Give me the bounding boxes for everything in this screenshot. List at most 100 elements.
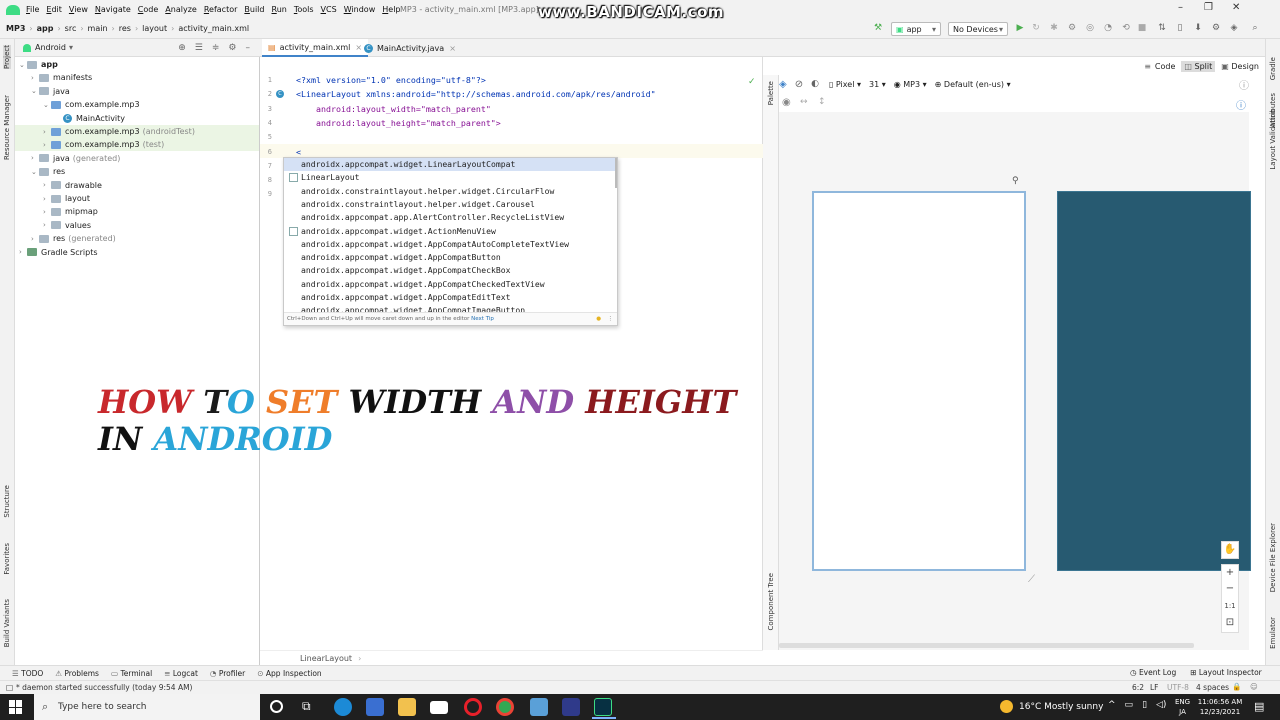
chevron-down-icon[interactable]: ⌄ [43,101,51,109]
indent-setting[interactable]: 4 spaces [1196,683,1229,692]
tree-item[interactable]: C MainActivity [15,112,259,125]
chevron-right-icon[interactable]: › [31,74,39,82]
chrome-icon[interactable] [496,698,514,716]
android-studio-taskbar-icon[interactable] [594,698,612,716]
completion-item[interactable]: androidx.appcompat.widget.AppCompatAutoC… [284,238,617,251]
volume-icon[interactable]: ◁) [1156,700,1166,710]
theme-select[interactable]: ◉ MP3 ▾ [894,80,927,89]
gear-icon[interactable]: ⚙ [228,43,236,53]
completion-item[interactable]: androidx.appcompat.widget.AppCompatEditT… [284,291,617,304]
tree-item[interactable]: › res (generated) [15,232,259,245]
resource-manager-tool-tab[interactable]: Resource Manager [3,95,11,160]
bottom-tab-problems[interactable]: ⚠ Problems [55,669,99,678]
sdk-manager-icon[interactable]: ⬇ [1193,23,1203,33]
vertical-margin-icon[interactable]: ↕ [818,97,826,107]
taskbar-search-input[interactable]: ⌕ Type here to search [34,694,260,720]
collapse-all-icon[interactable]: ☰ [195,43,203,53]
hammer-icon[interactable]: ⚒ [873,23,883,33]
breadcrumb-item[interactable]: activity_main.xml [178,24,249,33]
cortana-icon[interactable] [270,700,283,713]
orientation-icon[interactable]: ⊘ [795,79,803,90]
chevron-right-icon[interactable]: › [43,195,51,203]
store-icon[interactable] [366,698,384,716]
breadcrumb-item[interactable]: layout [142,24,167,33]
breadcrumb-item[interactable]: MP3 [6,24,25,33]
network-icon[interactable]: ▭ [1125,700,1134,710]
popup-scrollbar[interactable] [615,158,617,188]
next-tip-link[interactable]: Next Tip [471,316,494,322]
bottom-tab-app-inspection[interactable]: ⊙ App Inspection [257,669,321,678]
code-line[interactable]: android:layout_height="match_parent"> [296,118,501,128]
tree-item[interactable]: › manifests [15,71,259,84]
tab-main-activity[interactable]: C MainActivity.java × [358,39,462,57]
expand-all-icon[interactable]: ≑ [212,43,220,53]
locale-select[interactable]: ⊕ Default (en-us) ▾ [935,80,1011,89]
design-preview-screen[interactable] [812,191,1026,571]
bottom-tab-terminal[interactable]: ▭ Terminal [111,669,152,678]
tree-item[interactable]: › drawable [15,179,259,192]
breadcrumb-item[interactable]: src [65,24,77,33]
completion-item[interactable]: androidx.constraintlayout.helper.widget.… [284,185,617,198]
layout-validation-tool-tab[interactable]: Layout Validation [1269,109,1277,170]
coverage-icon[interactable]: ◎ [1085,23,1095,33]
status-toggle-icon[interactable]: □ [6,683,13,692]
tree-item[interactable]: › com.example.mp3 (test) [15,138,259,152]
event-log-tab[interactable]: ◷ Event Log [1130,668,1176,677]
language-indicator[interactable]: ENG JA [1175,697,1190,717]
chevron-up-icon[interactable]: ^ [1108,700,1116,710]
zoom-in-icon[interactable]: + [1221,564,1239,582]
favorites-tool-tab[interactable]: Favorites [3,543,11,575]
hide-icon[interactable]: – [246,43,251,53]
blueprint-preview-screen[interactable] [1057,191,1251,571]
completion-item[interactable]: androidx.appcompat.widget.ActionMenuView [284,225,617,238]
opera-icon[interactable] [464,698,482,716]
tree-item[interactable]: › values [15,219,259,232]
box-app-icon[interactable] [530,698,548,716]
more-icon[interactable]: ⋮ [608,313,614,325]
minimize-icon[interactable]: – [1178,2,1183,13]
tree-item[interactable]: › Gradle Scripts [15,246,259,259]
code-line[interactable]: android:layout_width="match_parent" [296,104,491,114]
chevron-right-icon[interactable]: › [43,128,51,136]
breadcrumb-item[interactable]: app [37,24,54,33]
code-editor[interactable]: 1 2 3 4 5 6 7 8 9 <?xml version="1.0" encoding="… [260,57,763,650]
maximize-icon[interactable]: ❐ [1204,2,1213,13]
pan-hand-icon[interactable]: ✋ [1221,541,1239,559]
class-gutter-icon[interactable]: C [276,90,284,98]
menu-refactor[interactable]: Refactor [204,5,238,14]
sdk-icon[interactable]: ◈ [1229,23,1239,33]
chevron-down-icon[interactable]: ⌄ [31,87,39,95]
debug-icon[interactable]: ✱ [1049,23,1059,33]
task-view-icon[interactable]: ⧉ [302,699,311,714]
tree-item[interactable]: › java (generated) [15,152,259,165]
breadcrumb-item[interactable]: main [88,24,108,33]
menu-view[interactable]: View [69,5,88,14]
chevron-right-icon[interactable]: › [43,181,51,189]
chevron-right-icon[interactable]: › [43,208,51,216]
tab-activity-main[interactable]: ▤ activity_main.xml × [262,39,369,57]
menu-run[interactable]: Run [271,5,286,14]
component-tree-tool-tab[interactable]: Component Tree [767,573,775,630]
chevron-right-icon[interactable]: › [31,154,39,162]
menu-build[interactable]: Build [244,5,264,14]
resize-handle-icon[interactable]: ⟋ [1028,574,1035,585]
close-icon[interactable]: ✕ [1232,2,1240,13]
attach-debugger-icon[interactable]: ⚙ [1067,23,1077,33]
device-select[interactable]: ▯ Pixel ▾ [829,80,861,89]
bottom-tab-logcat[interactable]: ≡ Logcat [164,669,198,678]
tree-item[interactable]: ⌄ java [15,85,259,98]
menu-analyze[interactable]: Analyze [165,5,197,14]
completion-item[interactable]: androidx.appcompat.widget.LinearLayoutCo… [284,158,617,171]
settings-icon[interactable]: ⚙ [1211,23,1221,33]
bottom-tab-profiler[interactable]: ◔ Profiler [210,669,245,678]
tree-item[interactable]: ⌄ app [15,58,259,71]
build-variants-tool-tab[interactable]: Build Variants [3,599,11,647]
code-line[interactable]: <?xml version="1.0" encoding="utf-8"?> [296,75,486,85]
chevron-down-icon[interactable]: ▾ [69,43,73,52]
file-explorer-icon[interactable] [398,698,416,716]
project-tool-tab[interactable]: Project [3,45,11,69]
run-icon[interactable]: ▶ [1015,23,1025,33]
file-encoding[interactable]: UTF-8 [1167,683,1189,692]
chevron-down-icon[interactable]: ⌄ [19,61,27,69]
code-line[interactable]: <LinearLayout xmlns:android="http://sche… [296,89,656,99]
